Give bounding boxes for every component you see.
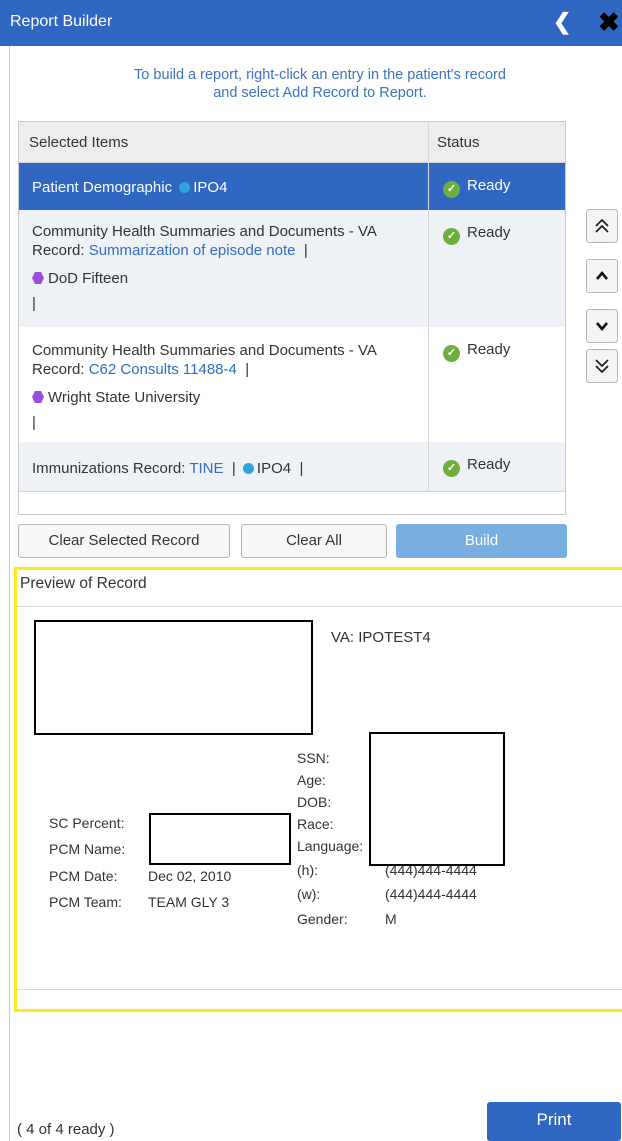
ready-count: ( 4 of 4 ready ) [17,1121,115,1138]
redacted-photo-box [34,620,313,735]
table-header: Selected Items Status [19,122,565,163]
age-label: Age: [297,772,326,788]
table-row[interactable]: Patient Demographic IPO4 ✓ Ready [19,163,565,210]
build-button[interactable]: Build [396,524,567,558]
status-cell: ✓ Ready [443,456,510,477]
table-row[interactable]: Community Health Summaries and Documents… [19,327,565,442]
title-bar: Report Builder ❮ ✖ [0,0,622,46]
clear-selected-record-button[interactable]: Clear Selected Record [18,524,230,558]
chevron-up-icon [596,270,608,280]
close-icon[interactable]: ✖ [598,7,620,38]
double-chevron-down-icon [595,359,609,374]
column-header-status[interactable]: Status [437,134,480,151]
check-circle-icon: ✓ [443,228,460,245]
status-cell: ✓ Ready [443,224,510,245]
check-circle-icon: ✓ [443,181,460,198]
blue-dot-icon [179,182,191,193]
record-link[interactable]: C62 Consults 11488-4 [89,361,237,378]
table-row[interactable]: Community Health Summaries and Documents… [19,210,565,327]
va-id: VA: IPOTEST4 [331,629,431,646]
gender-value: M [385,911,397,927]
race-label: Race: [297,816,334,832]
preview-title: Preview of Record [20,575,147,592]
print-button[interactable]: Print [487,1102,621,1141]
record-link[interactable]: TINE [189,460,223,477]
sc-percent-label: SC Percent: [49,815,125,831]
language-label: Language: [297,838,364,854]
move-up-button[interactable] [586,259,618,293]
pcm-date-label: PCM Date: [49,868,118,884]
clear-all-button[interactable]: Clear All [241,524,387,558]
instructions-text: To build a report, right-click an entry … [134,67,506,101]
status-cell: ✓ Ready [443,341,510,362]
purple-hexagon-icon [32,272,44,284]
dob-label: DOB: [297,794,332,810]
move-down-button[interactable] [586,309,618,343]
gender-label: Gender: [297,911,348,927]
home-phone-label: (h): [297,862,318,878]
pcm-date-value: Dec 02, 2010 [148,868,232,884]
pcm-name-label: PCM Name: [49,841,126,857]
column-header-selected-items[interactable]: Selected Items [29,134,128,151]
redacted-demographics-box [369,732,505,866]
work-phone-value: (444)444-4444 [385,886,477,902]
check-circle-icon: ✓ [443,460,460,477]
purple-hexagon-icon [32,391,44,403]
pcm-team-label: PCM Team: [49,894,122,910]
window-title: Report Builder [10,13,113,30]
pcm-team-value: TEAM GLY 3 [148,894,230,910]
record-link[interactable]: Summarization of episode note [89,242,296,259]
ssn-label: SSN: [297,750,330,766]
chevron-left-icon[interactable]: ❮ [553,9,571,35]
chevron-down-icon [596,322,608,332]
move-to-bottom-button[interactable] [586,349,618,383]
table-row[interactable]: Immunizations Record: TINE | IPO4 | ✓ Rea… [19,442,565,491]
work-phone-label: (w): [297,886,321,902]
move-to-top-button[interactable] [586,209,618,243]
panel-border [9,46,10,1141]
selected-items-table: Selected Items Status Patient Demographi… [18,121,566,515]
preview-panel: Preview of Record VA: IPOTEST4 SSN: Age:… [14,567,622,1012]
status-cell: ✓ Ready [443,177,510,198]
double-chevron-up-icon [595,218,609,233]
blue-dot-icon [242,463,254,474]
check-circle-icon: ✓ [443,345,460,362]
redacted-pcm-box [149,813,291,865]
